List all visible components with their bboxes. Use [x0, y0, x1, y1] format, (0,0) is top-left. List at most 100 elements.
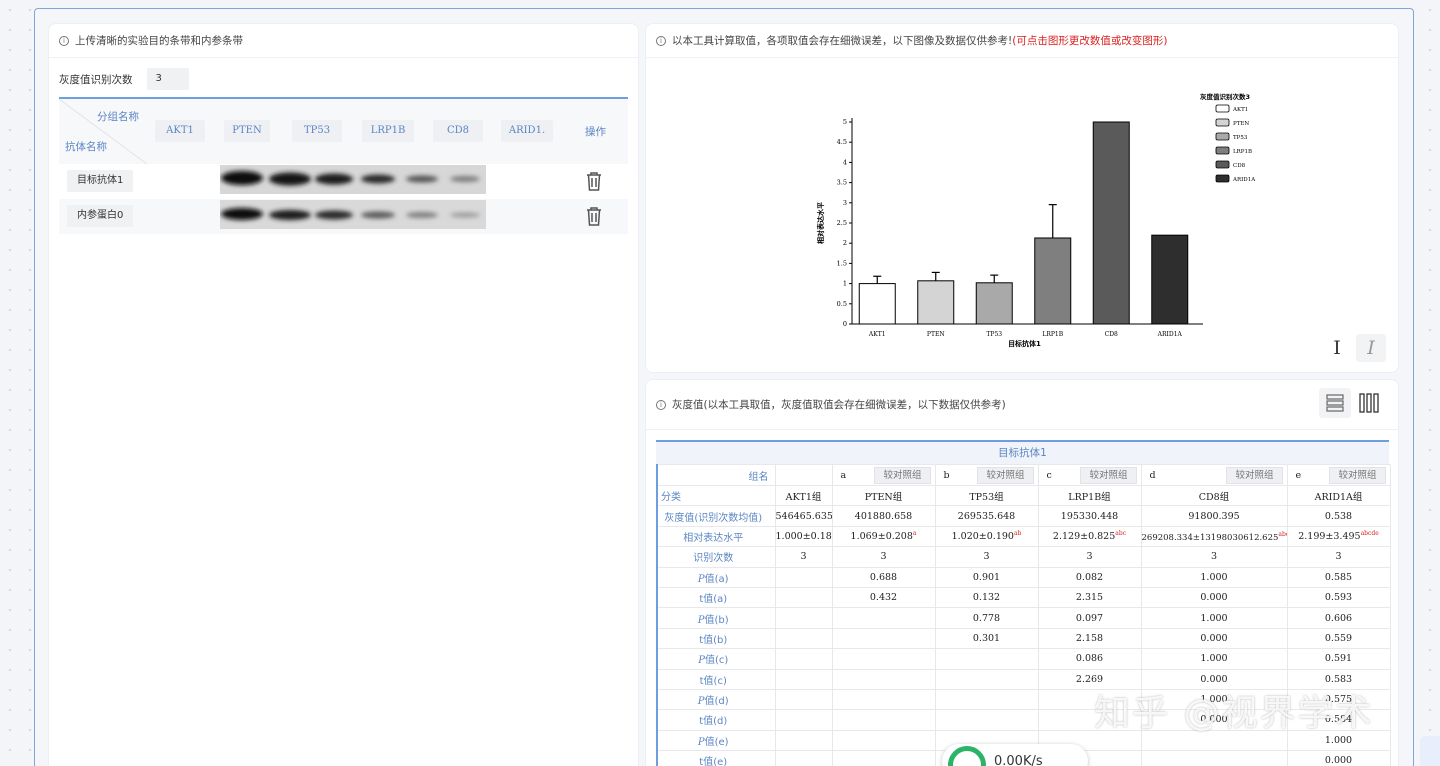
stats-value: 2.158 [1075, 632, 1104, 644]
stats-cell [934, 648, 1039, 670]
delete-reference-icon[interactable] [585, 206, 603, 226]
stats-value: 0.606 [1324, 612, 1353, 624]
y-tick-label: 3.5 [837, 179, 847, 187]
bar [1092, 121, 1130, 325]
stats-cell: 2.199±3.495abcde [1286, 525, 1391, 548]
stats-cell: 3 [934, 546, 1039, 568]
stats-value: 0.097 [1075, 612, 1104, 624]
target-blot-image[interactable] [220, 165, 486, 194]
compare-control-chip[interactable]: 较对照组 [1226, 466, 1283, 484]
font-upright-button[interactable]: I [1322, 334, 1352, 362]
stats-row-label: 灰度值(识别次数均值) [656, 505, 776, 527]
compare-control-chip[interactable]: 较对照组 [1329, 466, 1386, 484]
stats-cell: 3 [1037, 546, 1142, 568]
stats-cell: 0.591 [1286, 648, 1391, 670]
stats-cell: 2.158 [1037, 627, 1142, 650]
stats-cell: 0.000 [1140, 586, 1288, 609]
y-tick-label: 1.5 [837, 259, 847, 267]
y-tick-label: 2 [843, 239, 847, 247]
recognition-count-label: 灰度值识别次数 [59, 73, 133, 86]
stats-value: 0.901 [972, 571, 1001, 583]
recognition-count-input[interactable]: 3 [146, 68, 189, 90]
significance-mark: abc [1115, 530, 1127, 538]
stats-header-row-groups: 分类 AKT1组 PTEN组 TP53组 LRP1B组 CD8组 ARID1A组 [656, 484, 1391, 507]
bar-chart-svg[interactable]: 0 0.5 1 1.5 2 2.5 3 3.5 4 4.5 5 AKT1 PTEN TP53 LRP1B CD… [646, 59, 1398, 367]
stats-cell: 0.606 [1286, 607, 1391, 629]
group-chip-akt1[interactable]: AKT1 [155, 120, 205, 142]
reference-blot-image[interactable] [220, 200, 486, 229]
stats-cell: 0.901 [934, 566, 1039, 588]
data-panel-title: 灰度值(以本工具取值，灰度值取值会存在细微误差，以下数据仅供参考) [672, 399, 1006, 411]
stats-row: t值(a) 0.432 0.132 2.315 0.000 0.593 [656, 586, 1391, 609]
row-layout-button[interactable] [1319, 388, 1351, 418]
letter-cell: b 较对照组 [934, 464, 1039, 486]
y-tick-label: 0.5 [837, 300, 847, 308]
x-tick-label: ARID1A [1157, 331, 1183, 338]
compare-control-chip[interactable]: 较对照组 [977, 466, 1034, 484]
stats-row: 识别次数 3 3 3 3 3 3 [656, 546, 1391, 568]
upload-panel-title: 上传清晰的实验目的条带和内参条带 [75, 35, 243, 47]
group-name-cell: TP53组 [934, 484, 1039, 507]
chart-panel-title: 以本工具计算取值，各项取值会存在细微误差，以下图像及数据仅供参考! [672, 35, 1013, 47]
stats-value: 91800.395 [1188, 510, 1240, 522]
legend-label: CD8 [1233, 163, 1246, 169]
legend-swatch [1215, 174, 1230, 183]
significance-mark: abcd [1278, 530, 1286, 538]
stats-value: 401880.658 [854, 510, 913, 522]
stats-value: 269535.648 [957, 510, 1016, 522]
stats-cell [831, 627, 936, 650]
band-row-reference: 内参蛋白0 [59, 199, 628, 234]
p-letter: P [697, 696, 705, 708]
group-chip-lrp1b[interactable]: LRP1B [362, 120, 414, 142]
stats-row-label: t值(d) [656, 709, 776, 731]
stats-value: 0.538 [1324, 510, 1353, 522]
stats-cell: 0.301 [934, 627, 1039, 650]
compare-control-chip[interactable]: 较对照组 [874, 466, 931, 484]
stats-value: 0.432 [869, 592, 898, 604]
stats-cell [934, 668, 1039, 690]
group-chip-cd8[interactable]: CD8 [433, 120, 483, 142]
stats-cell [831, 668, 936, 690]
stats-row: P值(b) 0.778 0.097 1.000 0.606 [656, 607, 1391, 629]
y-tick-label: 4 [843, 158, 847, 166]
y-tick-label: 2.5 [837, 219, 847, 227]
font-italic-button[interactable]: I [1356, 334, 1386, 362]
stats-row-label: t值(b) [656, 627, 776, 650]
stats-cell: 1.020±0.190ab [934, 525, 1039, 548]
stats-cell [774, 709, 833, 731]
antibody-label-target[interactable]: 目标抗体1 [67, 170, 134, 192]
group-header: 组名 [656, 464, 776, 486]
stats-cell [774, 627, 833, 650]
letter-cell: e 较对照组 [1286, 464, 1391, 486]
legend-title: 灰度值识别次数3 [1200, 92, 1250, 101]
stats-value: 1.020±0.190 [951, 531, 1014, 543]
stats-value: 1.000 [1324, 734, 1353, 746]
stats-row-label: P值(c) [656, 648, 776, 670]
rows-icon [1326, 394, 1344, 412]
diagonal-header-cell: 分组名称 抗体名称 [59, 99, 147, 164]
group-chip-tp53[interactable]: TP53 [292, 120, 342, 142]
column-layout-button[interactable] [1353, 388, 1385, 418]
floating-corner-button[interactable] [1420, 736, 1440, 766]
bar-chart[interactable]: 0 0.5 1 1.5 2 2.5 3 3.5 4 4.5 5 AKT1 PTEN TP53 LRP1B CD… [646, 59, 1398, 367]
letter-cell: d 较对照组 [1140, 464, 1288, 486]
delete-target-icon[interactable] [585, 171, 603, 191]
antibody-label-reference[interactable]: 内参蛋白0 [67, 205, 134, 227]
stats-cell: 0.778 [934, 607, 1039, 629]
app-frame: i 上传清晰的实验目的条带和内参条带 灰度值识别次数 3 分组名称 抗体名称 A… [34, 8, 1414, 766]
stats-row-label: t值(c) [656, 668, 776, 690]
letter-wrap: a 较对照组 [833, 466, 934, 485]
group-chip-arid1a[interactable]: ARID1. [501, 120, 553, 142]
stats-cell: 269535.648 [934, 505, 1039, 527]
group-chip-pten[interactable]: PTEN [224, 120, 270, 142]
letter-wrap: b 较对照组 [936, 466, 1037, 485]
stats-cell [831, 688, 936, 711]
compare-control-chip[interactable]: 较对照组 [1080, 466, 1137, 484]
legend-label: AKT1 [1232, 107, 1248, 113]
operation-header: 操作 [585, 126, 606, 138]
stats-value: 3 [880, 551, 887, 563]
stats-row-label: P值(e) [656, 729, 776, 752]
stats-cell: 1.000±0.182 [774, 525, 833, 548]
bar [858, 283, 896, 325]
info-icon: i [59, 35, 69, 46]
